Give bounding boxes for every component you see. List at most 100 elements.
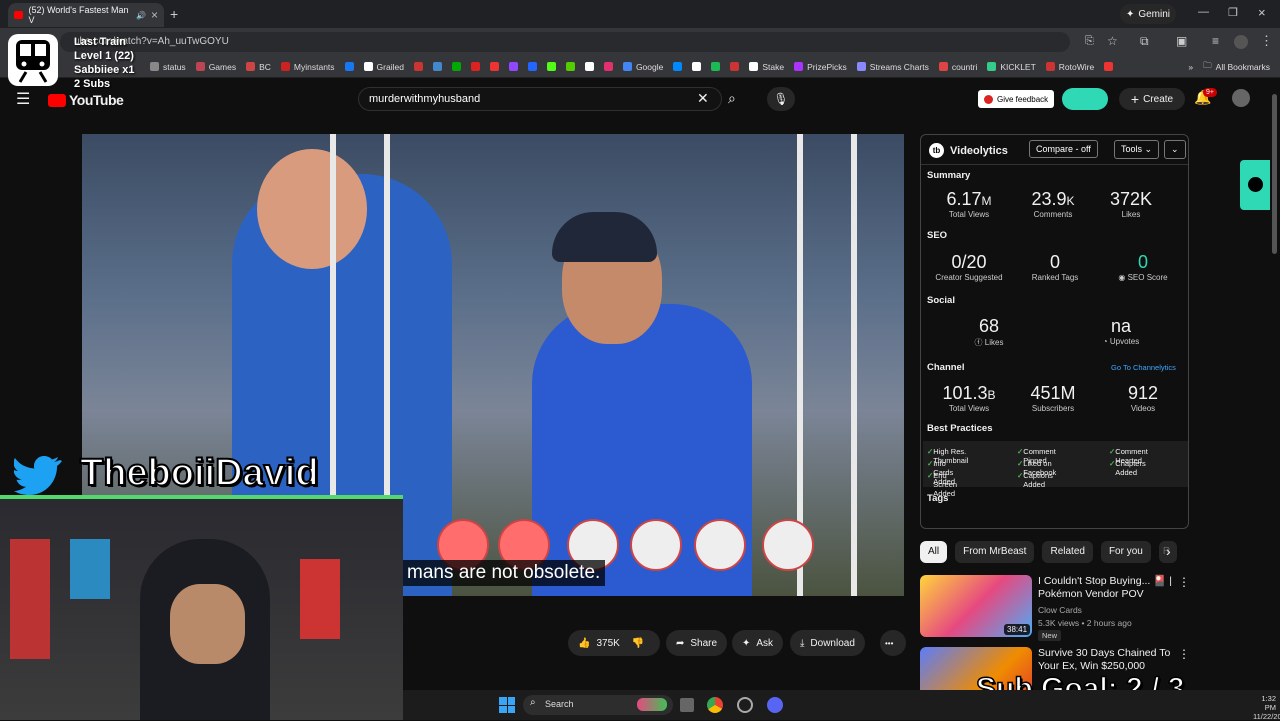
bookmark-item[interactable] bbox=[673, 62, 683, 71]
bookmark-item[interactable] bbox=[546, 62, 556, 71]
restore-icon[interactable]: ❐ bbox=[1228, 6, 1238, 19]
clock[interactable]: 1:32 PM 11/22/2025 bbox=[1253, 694, 1280, 721]
gemini-button[interactable]: ✦ Gemini bbox=[1120, 4, 1176, 24]
bookmarks-overflow-icon[interactable]: » bbox=[1188, 62, 1193, 72]
create-button[interactable]: + Create bbox=[1119, 88, 1185, 110]
tab-search-icon[interactable]: ≡ bbox=[1212, 34, 1219, 48]
video-menu-icon[interactable]: ⋮ bbox=[1178, 575, 1190, 589]
give-feedback-button[interactable]: Give feedback bbox=[978, 90, 1055, 108]
youtube-logo[interactable]: YouTube bbox=[48, 92, 124, 108]
bookmark-item[interactable] bbox=[603, 62, 613, 71]
close-tab-icon[interactable]: × bbox=[151, 8, 158, 22]
bookmark-item[interactable] bbox=[344, 62, 354, 71]
bookmark-item[interactable] bbox=[489, 62, 499, 71]
videolytics-extension-tab[interactable] bbox=[1240, 160, 1270, 210]
extensions-icon[interactable]: ⧉ bbox=[1140, 34, 1149, 49]
window-close-icon[interactable]: × bbox=[1258, 5, 1266, 20]
bookmark-item[interactable] bbox=[584, 62, 594, 71]
bookmark-label: KICKLET bbox=[1000, 61, 1036, 72]
bookmark-item[interactable]: RotoWire bbox=[1045, 62, 1094, 72]
profile-avatar[interactable] bbox=[1234, 35, 1248, 49]
bookmark-item[interactable]: status bbox=[150, 62, 186, 72]
windows-taskbar: Search ⌕ 1:32 PM 11/22/2025 bbox=[403, 690, 1280, 721]
videolytics-toggle-button[interactable] bbox=[1062, 88, 1108, 110]
video-title[interactable]: I Couldn't Stop Buying... 🎴 | Pokémon Ve… bbox=[1038, 575, 1178, 601]
chip-for-you[interactable]: For you bbox=[1100, 541, 1151, 563]
windows-start-icon[interactable] bbox=[499, 697, 515, 713]
page-scrollbar[interactable] bbox=[1272, 94, 1277, 254]
share-button[interactable]: ➦ Share bbox=[666, 630, 728, 656]
video-menu-icon[interactable]: ⋮ bbox=[1178, 647, 1190, 661]
bookmark-item[interactable] bbox=[508, 62, 518, 71]
taskbar-search-icon: ⌕ bbox=[530, 697, 536, 708]
search-icon[interactable]: ⌕ bbox=[728, 90, 736, 107]
bookmark-favicon-icon bbox=[451, 62, 461, 71]
hamburger-menu-icon[interactable]: ☰ bbox=[16, 89, 30, 109]
video-title[interactable]: Survive 30 Days Chained To Your Ex, Win … bbox=[1038, 647, 1178, 673]
video-thumbnail[interactable]: 38:41 bbox=[920, 575, 1032, 637]
bookmark-item[interactable]: Myinstants bbox=[280, 62, 335, 72]
speaker-icon[interactable]: 🔊 bbox=[136, 11, 146, 20]
bookmark-item[interactable] bbox=[413, 62, 423, 71]
bookmark-item[interactable] bbox=[432, 62, 442, 71]
search-highlight-icon bbox=[637, 698, 667, 711]
seo-score-stat: 0 ◉ SEO Score bbox=[1103, 252, 1183, 282]
bookmark-item[interactable] bbox=[1104, 62, 1114, 71]
bookmark-item[interactable]: Google bbox=[622, 62, 663, 72]
bookmark-item[interactable] bbox=[692, 62, 702, 71]
browser-tab[interactable]: (52) World's Fastest Man V 🔊 × bbox=[8, 3, 164, 27]
social-heading: Social bbox=[927, 295, 955, 306]
search-input[interactable]: murderwithmyhusband bbox=[358, 87, 722, 111]
recommended-video[interactable]: 38:41 I Couldn't Stop Buying... 🎴 | Poké… bbox=[920, 575, 1270, 641]
chip-related[interactable]: Related bbox=[1042, 541, 1093, 563]
bookmark-item[interactable]: BC bbox=[246, 62, 271, 72]
bookmark-star-icon[interactable]: ☆ bbox=[1107, 34, 1118, 48]
clear-search-icon[interactable]: ✕ bbox=[697, 90, 709, 107]
chip-all[interactable]: All bbox=[920, 541, 948, 563]
channelytics-link[interactable]: Go To Channelytics bbox=[1111, 363, 1176, 372]
chevron-right-icon[interactable]: › bbox=[1166, 543, 1171, 559]
videolytics-small-icon: ◉ bbox=[1118, 273, 1126, 282]
compare-button[interactable]: Compare - off bbox=[1029, 140, 1098, 158]
bookmark-item[interactable] bbox=[565, 62, 575, 71]
chrome-icon[interactable] bbox=[707, 697, 723, 713]
reddit-icon: ◔ bbox=[1102, 337, 1108, 346]
bookmark-item[interactable] bbox=[711, 62, 721, 71]
bookmark-item[interactable] bbox=[451, 62, 461, 71]
bookmark-item[interactable]: Streams Charts bbox=[856, 62, 929, 72]
bookmark-item[interactable]: countri bbox=[938, 62, 977, 72]
all-bookmarks-button[interactable]: 🗀 All Bookmarks bbox=[1203, 60, 1280, 74]
stat-value: 101.3 bbox=[942, 383, 988, 403]
bookmark-favicon-icon bbox=[489, 62, 499, 71]
video-channel[interactable]: Clow Cards bbox=[1038, 605, 1082, 615]
browser-menu-icon[interactable]: ⋮ bbox=[1260, 33, 1273, 49]
bookmark-item[interactable] bbox=[470, 62, 480, 71]
voice-search-icon[interactable]: 🎙 bbox=[767, 87, 795, 111]
chip-from-mrbeast[interactable]: From MrBeast bbox=[955, 541, 1035, 563]
like-dislike-button[interactable]: 👍 375K 👎 bbox=[568, 630, 660, 656]
minimize-icon[interactable]: — bbox=[1198, 6, 1209, 18]
app-icon[interactable] bbox=[737, 697, 753, 713]
download-label: Download bbox=[810, 637, 855, 649]
discord-icon[interactable] bbox=[767, 697, 783, 713]
bookmark-item[interactable] bbox=[527, 62, 537, 71]
sidebar-icon[interactable]: ▣ bbox=[1176, 34, 1187, 48]
bookmark-item[interactable]: Games bbox=[195, 62, 236, 72]
download-button[interactable]: ⤓ Download bbox=[790, 630, 865, 656]
ask-button[interactable]: ✦ Ask bbox=[732, 630, 784, 656]
bookmark-item[interactable]: Stake bbox=[749, 62, 784, 72]
more-actions-button[interactable]: ••• bbox=[880, 630, 906, 656]
bookmark-item[interactable]: PrizePicks bbox=[794, 62, 847, 72]
install-app-icon[interactable]: ⎘ bbox=[1085, 35, 1094, 48]
address-bar[interactable]: ube.com/watch?v=Ah_uuTwGOYU bbox=[60, 32, 1070, 52]
account-avatar[interactable] bbox=[1232, 89, 1250, 107]
new-tab-button[interactable]: + bbox=[170, 6, 178, 22]
panel-collapse-button[interactable]: ⌄ bbox=[1164, 140, 1186, 159]
stat-value: 451M bbox=[1030, 383, 1076, 403]
task-view-icon[interactable] bbox=[680, 698, 694, 712]
tools-label: Tools bbox=[1121, 144, 1143, 154]
bookmark-item[interactable]: Grailed bbox=[363, 62, 404, 72]
tools-dropdown[interactable]: Tools ⌄ bbox=[1114, 140, 1160, 159]
bookmark-item[interactable] bbox=[730, 62, 740, 71]
bookmark-item[interactable]: KICKLET bbox=[987, 61, 1036, 72]
